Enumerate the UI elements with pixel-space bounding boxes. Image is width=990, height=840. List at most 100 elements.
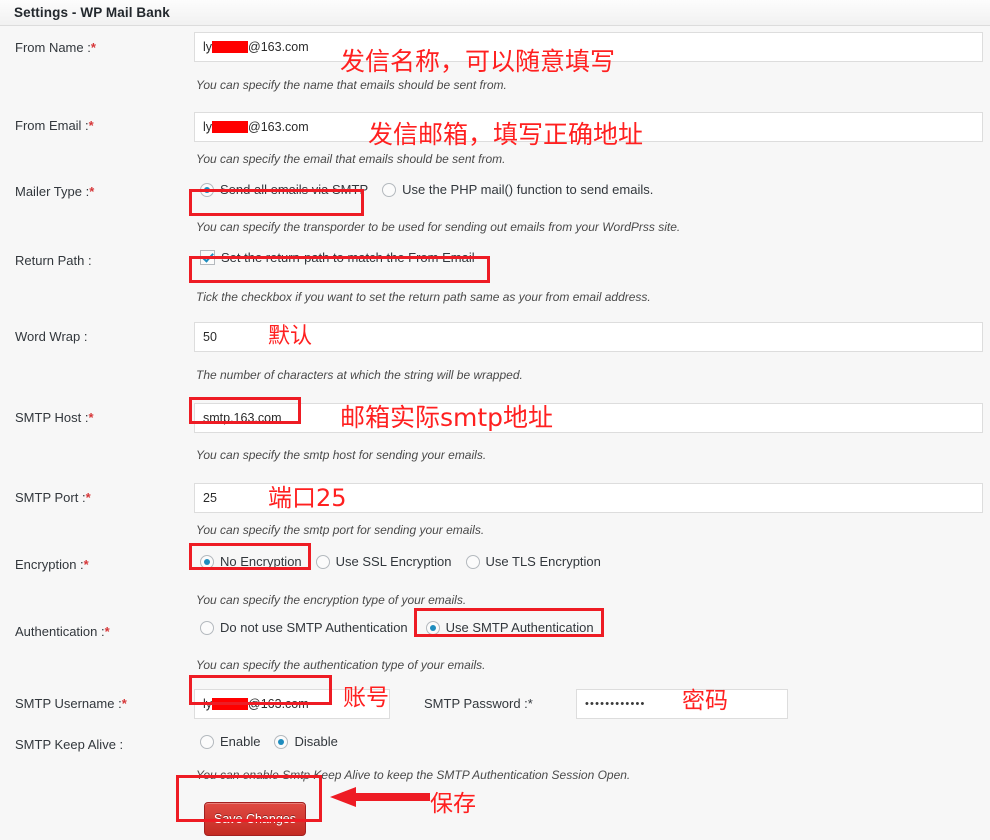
required-star: *: [91, 40, 96, 55]
smtp-username-input[interactable]: ly@163.com: [194, 689, 390, 719]
row-smtp-host: SMTP Host :* smtp.163.com: [0, 396, 990, 440]
row-from-name: From Name :* ly @163.com: [0, 26, 990, 74]
field-authentication: Do not use SMTP Authentication Use SMTP …: [194, 618, 990, 635]
radio-option-no-auth[interactable]: Do not use SMTP Authentication: [200, 620, 408, 635]
required-star: *: [105, 624, 110, 639]
window-title-bar: Settings - WP Mail Bank: [0, 0, 990, 26]
label-from-email-text: From Email :: [15, 118, 89, 133]
encryption-options: No Encryption Use SSL Encryption Use TLS…: [194, 552, 990, 569]
radio-icon-tls[interactable]: [466, 555, 480, 569]
smtp-port-input[interactable]: 25: [194, 483, 983, 513]
label-smtp-port: SMTP Port :*: [0, 478, 194, 505]
row-from-email: From Email :* ly @163.com: [0, 104, 990, 148]
label-smtp-keep-alive: SMTP Keep Alive :: [0, 732, 194, 752]
from-email-input[interactable]: ly @163.com: [194, 112, 983, 142]
label-word-wrap: Word Wrap :: [0, 318, 194, 344]
radio-label-keep-alive-disable: Disable: [294, 734, 337, 749]
radio-icon-php-mail[interactable]: [382, 183, 396, 197]
smtp-port-value: 25: [203, 491, 217, 505]
row-return-path: Return Path : Set the return-path to mat…: [0, 248, 990, 282]
return-path-helper: Tick the checkbox if you want to set the…: [194, 282, 990, 304]
row-smtp-credentials: SMTP Username :* ly@163.com SMTP Passwor…: [0, 682, 990, 726]
radio-icon-use-auth[interactable]: [426, 621, 440, 635]
radio-option-tls[interactable]: Use TLS Encryption: [466, 554, 601, 569]
smtp-host-value: smtp.163.com: [203, 411, 282, 425]
from-name-value-suffix: @163.com: [248, 40, 309, 54]
word-wrap-input[interactable]: 50: [194, 322, 983, 352]
required-star: *: [122, 696, 127, 711]
row-encryption: Encryption :* No Encryption Use SSL Encr…: [0, 552, 990, 584]
radio-option-keep-alive-enable[interactable]: Enable: [200, 734, 260, 749]
radio-option-ssl[interactable]: Use SSL Encryption: [316, 554, 452, 569]
radio-option-use-auth[interactable]: Use SMTP Authentication: [426, 620, 594, 635]
label-authentication: Authentication :*: [0, 618, 194, 639]
radio-icon-smtp[interactable]: [200, 183, 214, 197]
field-from-email-helper: You can specify the email that emails sh…: [194, 148, 990, 166]
page-title: Settings - WP Mail Bank: [14, 5, 170, 20]
from-name-helper: You can specify the name that emails sho…: [194, 74, 990, 92]
field-smtp-port: 25: [194, 478, 990, 513]
row-smtp-host-helper: You can specify the smtp host for sendin…: [0, 440, 990, 478]
field-mailer-type: Send all emails via SMTP Use the PHP mai…: [194, 180, 990, 197]
label-smtp-username: SMTP Username :*: [0, 682, 194, 711]
field-smtp-host-helper: You can specify the smtp host for sendin…: [194, 440, 990, 462]
field-smtp-host: smtp.163.com: [194, 396, 990, 433]
row-mailer-type: Mailer Type :* Send all emails via SMTP …: [0, 180, 990, 214]
row-from-email-helper: You can specify the email that emails sh…: [0, 148, 990, 180]
row-word-wrap-helper: The number of characters at which the st…: [0, 360, 990, 396]
row-authentication-helper: You can specify the authentication type …: [0, 650, 990, 682]
checkbox-icon-return-path[interactable]: [200, 250, 215, 265]
from-name-input[interactable]: ly @163.com: [194, 32, 983, 62]
radio-label-ssl: Use SSL Encryption: [336, 554, 452, 569]
row-smtp-keep-alive: SMTP Keep Alive : Enable Disable: [0, 732, 990, 762]
field-encryption: No Encryption Use SSL Encryption Use TLS…: [194, 552, 990, 569]
smtp-host-helper: You can specify the smtp host for sendin…: [194, 440, 990, 462]
field-encryption-helper: You can specify the encryption type of y…: [194, 584, 990, 607]
label-from-email: From Email :*: [0, 104, 194, 133]
checkbox-option-return-path[interactable]: Set the return-path to match the From Em…: [200, 250, 475, 265]
smtp-username-value-prefix: ly: [203, 697, 212, 711]
redaction-block: [212, 121, 248, 133]
redaction-block: [212, 41, 248, 53]
from-email-value-suffix: @163.com: [248, 120, 309, 134]
label-smtp-port-text: SMTP Port :: [15, 490, 86, 505]
authentication-helper: You can specify the authentication type …: [194, 650, 990, 672]
required-star: *: [528, 696, 533, 711]
smtp-password-input[interactable]: ••••••••••••: [576, 689, 788, 719]
row-from-name-helper: You can specify the name that emails sho…: [0, 74, 990, 104]
radio-option-no-encryption[interactable]: No Encryption: [200, 554, 302, 569]
checkbox-label-return-path: Set the return-path to match the From Em…: [221, 250, 475, 265]
radio-icon-no-encryption[interactable]: [200, 555, 214, 569]
required-star: *: [84, 557, 89, 572]
row-save: Save Changes: [0, 790, 990, 840]
radio-option-php-mail[interactable]: Use the PHP mail() function to send emai…: [382, 182, 653, 197]
radio-option-send-via-smtp[interactable]: Send all emails via SMTP: [200, 182, 368, 197]
from-name-value-prefix: ly: [203, 40, 212, 54]
label-encryption: Encryption :*: [0, 552, 194, 572]
settings-form: From Name :* ly@163.com You can specify …: [0, 26, 990, 840]
radio-icon-keep-alive-enable[interactable]: [200, 735, 214, 749]
smtp-host-input[interactable]: smtp.163.com: [194, 403, 983, 433]
label-smtp-keep-alive-text: SMTP Keep Alive :: [15, 737, 123, 752]
field-smtp-keep-alive: Enable Disable: [194, 732, 990, 749]
required-star: *: [89, 118, 94, 133]
label-from-name-text: From Name :: [15, 40, 91, 55]
radio-icon-keep-alive-disable[interactable]: [274, 735, 288, 749]
save-changes-button[interactable]: Save Changes: [204, 802, 306, 836]
radio-option-keep-alive-disable[interactable]: Disable: [274, 734, 337, 749]
label-smtp-password-text: SMTP Password :: [424, 696, 528, 711]
label-smtp-username-text: SMTP Username :: [15, 696, 122, 711]
field-return-path: Set the return-path to match the From Em…: [194, 248, 990, 265]
radio-label-smtp: Send all emails via SMTP: [220, 182, 368, 197]
label-mailer-type-text: Mailer Type :: [15, 184, 89, 199]
radio-label-php-mail: Use the PHP mail() function to send emai…: [402, 182, 653, 197]
label-smtp-password: SMTP Password :*: [424, 682, 576, 711]
radio-icon-ssl[interactable]: [316, 555, 330, 569]
save-changes-label: Save Changes: [214, 812, 296, 826]
from-email-value-prefix: ly: [203, 120, 212, 134]
encryption-helper: You can specify the encryption type of y…: [194, 584, 990, 607]
row-mailer-type-helper: You can specify the transporder to be us…: [0, 214, 990, 248]
radio-icon-no-auth[interactable]: [200, 621, 214, 635]
field-smtp-port-helper: You can specify the smtp port for sendin…: [194, 516, 990, 537]
field-mailer-type-helper: You can specify the transporder to be us…: [194, 214, 990, 234]
